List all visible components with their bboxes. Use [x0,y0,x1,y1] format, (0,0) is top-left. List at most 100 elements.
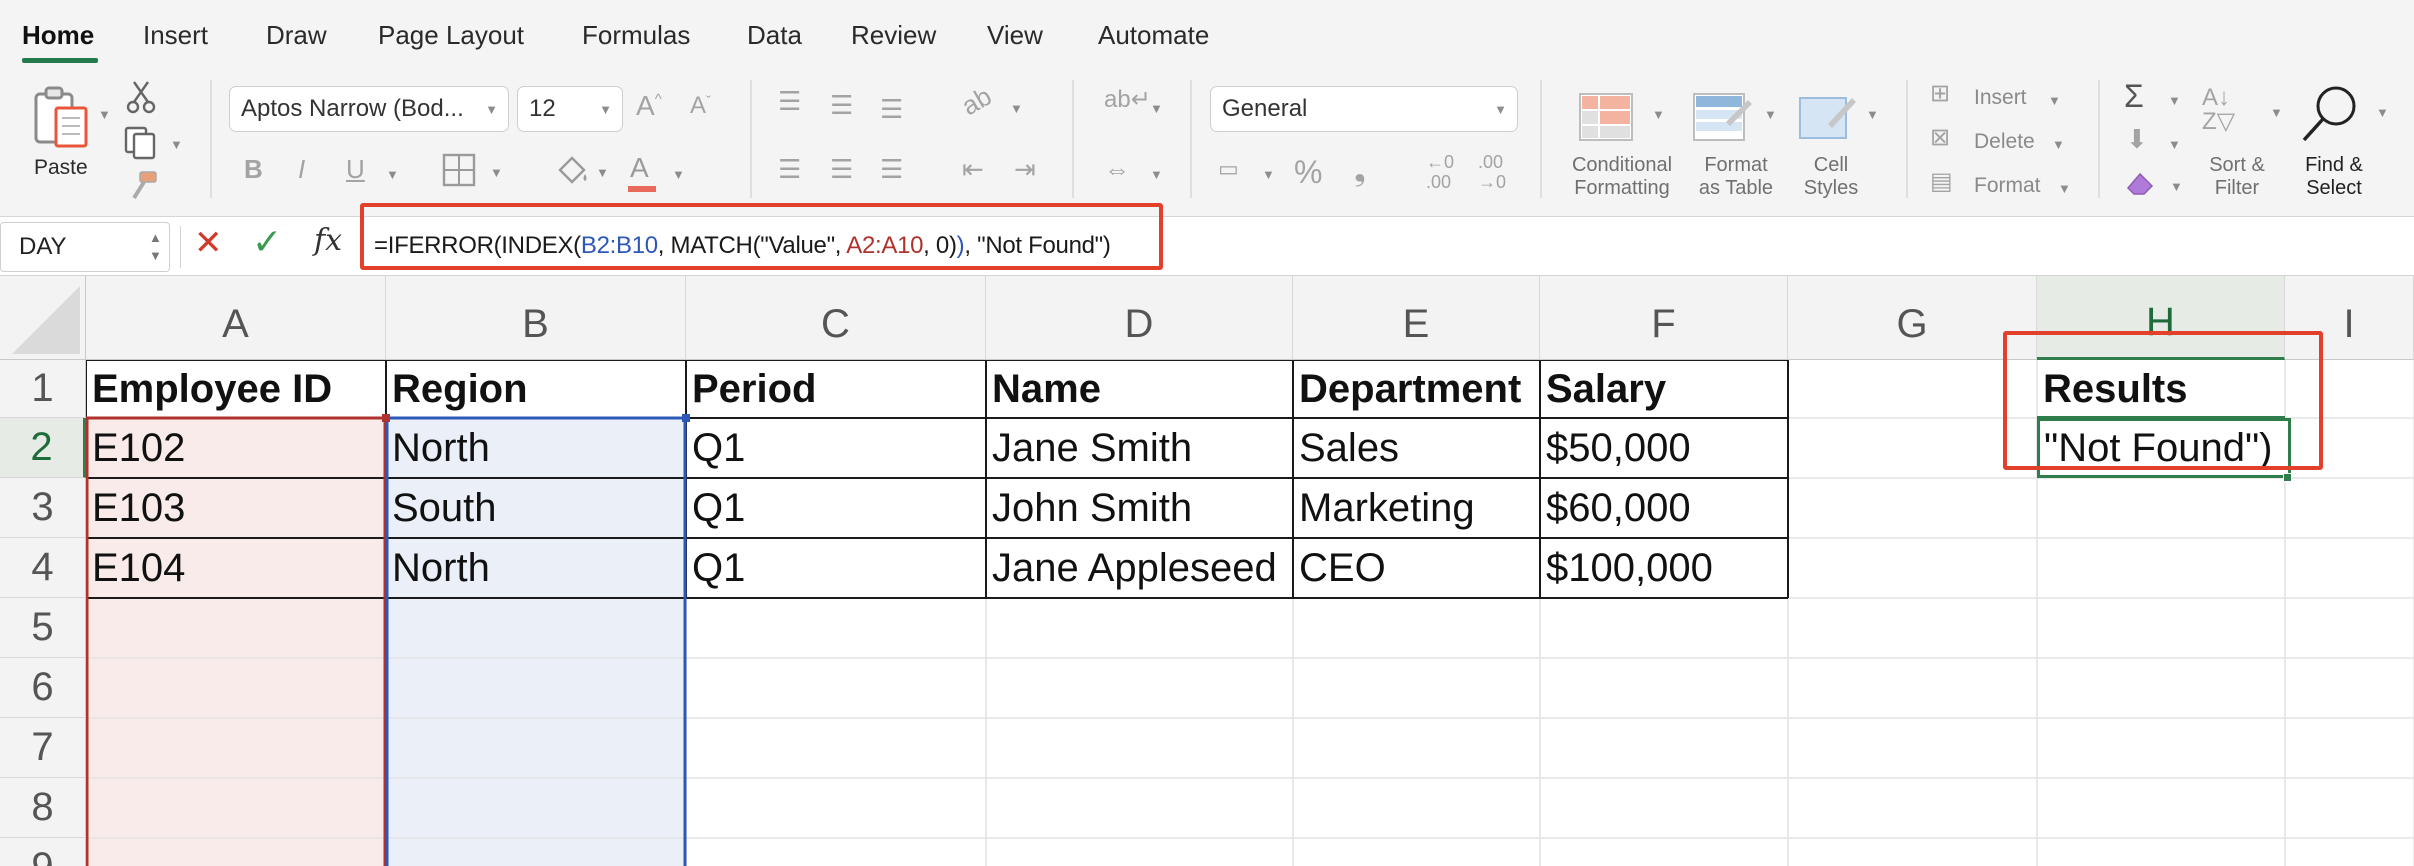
data-cell[interactable]: Jane Smith [986,418,1293,478]
find-select-button[interactable]: ▼ Find & Select [2292,82,2402,204]
header-cell[interactable]: Period [686,360,986,418]
clear-button[interactable]: ▼ [2124,168,2184,204]
data-cell[interactable]: $60,000 [1540,478,1788,538]
copy-button[interactable]: ▼ [122,124,186,160]
data-cell[interactable]: $50,000 [1540,418,1788,478]
delete-cells-button[interactable]: ⊠ Delete ▼ [1930,126,2070,158]
align-bottom-icon[interactable]: ☰ [880,96,903,122]
fill-color-button[interactable]: ▼ [552,152,618,194]
merge-center-icon[interactable]: ⇔ [1104,156,1130,182]
column-header-a[interactable]: A [86,276,386,360]
tab-review[interactable]: Review [851,20,936,51]
fill-handle[interactable] [2283,473,2292,482]
fill-icon[interactable]: ⬇ [2126,126,2148,152]
formula-bar: DAY ▲ ▼ ✕ ✓ fx =IFERROR(INDEX(B2:B10, MAT… [0,203,2414,276]
data-cell[interactable]: Marketing [1293,478,1540,538]
align-middle-icon[interactable]: ☰ [830,92,853,118]
data-cell[interactable]: E103 [86,478,386,538]
format-as-table-icon [1693,93,1752,141]
column-header-e[interactable]: E [1293,276,1540,360]
data-cell[interactable]: Q1 [686,538,986,598]
row-header-8[interactable]: 8 [0,778,86,838]
underline-icon[interactable]: U [346,156,365,182]
data-cell[interactable]: $100,000 [1540,538,1788,598]
data-cell[interactable]: John Smith [986,478,1293,538]
data-cell[interactable]: Q1 [686,418,986,478]
row-header-4[interactable]: 4 [0,538,86,598]
row-header-9[interactable]: 9 [0,838,86,866]
row-header-1[interactable]: 1 [0,360,86,418]
row-header-5[interactable]: 5 [0,598,86,658]
header-cell[interactable]: Salary [1540,360,1788,418]
row-header-7[interactable]: 7 [0,718,86,778]
cancel-icon[interactable]: ✕ [194,226,223,260]
tab-data[interactable]: Data [747,20,802,51]
decrease-indent-icon[interactable]: ⇤ [962,156,984,182]
paste-button[interactable]: ▼ Paste [22,84,111,184]
wrap-text-icon[interactable]: ab↵ [1104,88,1151,112]
font-name-dropdown[interactable]: Aptos Narrow (Bod... ▼ [229,86,509,132]
tab-automate[interactable]: Automate [1098,20,1209,51]
percent-icon[interactable]: % [1294,156,1322,188]
tab-view[interactable]: View [987,20,1043,51]
format-cells-button[interactable]: ▤ Format ▼ [1930,170,2080,202]
column-header-g[interactable]: G [1788,276,2037,360]
insert-function-icon[interactable]: fx [314,226,342,256]
data-cell[interactable]: Q1 [686,478,986,538]
align-top-icon[interactable]: ☰ [778,88,801,114]
accounting-format-icon[interactable]: ▭ [1218,158,1239,180]
format-as-table-button[interactable]: ▼ Format as Table [1688,84,1788,204]
decrease-font-size-icon[interactable]: Aˇ [690,94,711,118]
name-box[interactable]: DAY ▲ ▼ [0,222,170,272]
header-cell[interactable]: Department [1293,360,1540,418]
header-cell[interactable]: Region [386,360,686,418]
data-cell[interactable]: CEO [1293,538,1540,598]
row-header-6[interactable]: 6 [0,658,86,718]
autosum-icon[interactable]: Σ [2124,80,2144,112]
data-cell[interactable]: North [386,418,686,478]
header-cell[interactable]: Employee ID [86,360,386,418]
font-color-button[interactable]: A ▼ [626,152,692,194]
increase-font-size-icon[interactable]: A^ [636,92,662,120]
sort-filter-button[interactable]: A↓ Z▽ ▼ Sort & Filter [2196,82,2286,204]
data-cell[interactable]: Sales [1293,418,1540,478]
row-header-3[interactable]: 3 [0,478,86,538]
italic-icon[interactable]: I [298,156,305,182]
column-header-f[interactable]: F [1540,276,1788,360]
cell-styles-button[interactable]: ▼ Cell Styles [1796,84,1886,204]
tab-insert[interactable]: Insert [143,20,208,51]
decrease-decimal-icon[interactable]: .00 →0 [1478,152,1506,192]
select-all-corner[interactable] [0,276,86,360]
data-cell[interactable]: E102 [86,418,386,478]
data-cell[interactable]: Jane Appleseed [986,538,1293,598]
font-size-dropdown[interactable]: 12 ▼ [517,86,623,132]
cut-button[interactable] [126,80,156,114]
comma-style-icon[interactable]: ❟ [1354,156,1366,186]
column-header-b[interactable]: B [386,276,686,360]
increase-decimal-icon[interactable]: ←0.00 [1426,152,1454,192]
increase-indent-icon[interactable]: ⇥ [1014,156,1036,182]
name-box-stepper-icon[interactable]: ▲ ▼ [149,229,162,265]
bold-icon[interactable]: B [244,156,263,182]
column-header-c[interactable]: C [686,276,986,360]
number-format-dropdown[interactable]: General ▼ [1210,86,1518,132]
row-header-2[interactable]: 2 [0,418,86,478]
tab-formulas[interactable]: Formulas [582,20,690,51]
align-left-icon[interactable]: ☰ [778,156,801,182]
data-cell[interactable]: E104 [86,538,386,598]
align-right-icon[interactable]: ☰ [880,156,903,182]
tab-page-layout[interactable]: Page Layout [378,20,524,51]
data-cell[interactable]: North [386,538,686,598]
format-painter-button[interactable] [126,168,160,202]
conditional-formatting-button[interactable]: ▼ Conditional Formatting [1560,84,1680,204]
tab-home[interactable]: Home [22,20,94,51]
enter-check-icon[interactable]: ✓ [252,224,282,260]
orientation-icon[interactable]: ab [956,81,996,121]
insert-cells-button[interactable]: ⊞ Insert ▼ [1930,82,2070,114]
column-header-d[interactable]: D [986,276,1293,360]
tab-draw[interactable]: Draw [266,20,327,51]
align-center-icon[interactable]: ☰ [830,156,853,182]
data-cell[interactable]: South [386,478,686,538]
header-cell[interactable]: Name [986,360,1293,418]
borders-button[interactable]: ▼ [440,152,506,192]
